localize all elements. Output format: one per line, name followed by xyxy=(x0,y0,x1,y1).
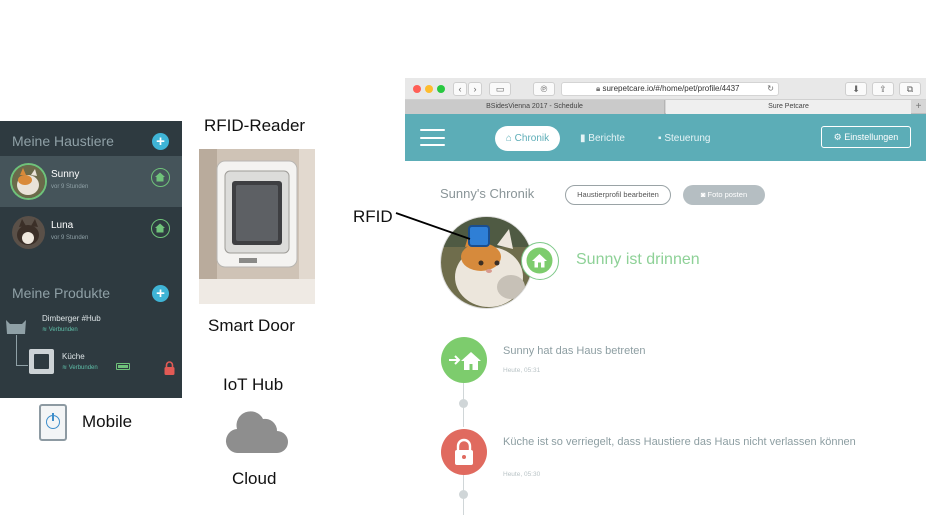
rfid-pointer-arrow xyxy=(395,212,471,240)
